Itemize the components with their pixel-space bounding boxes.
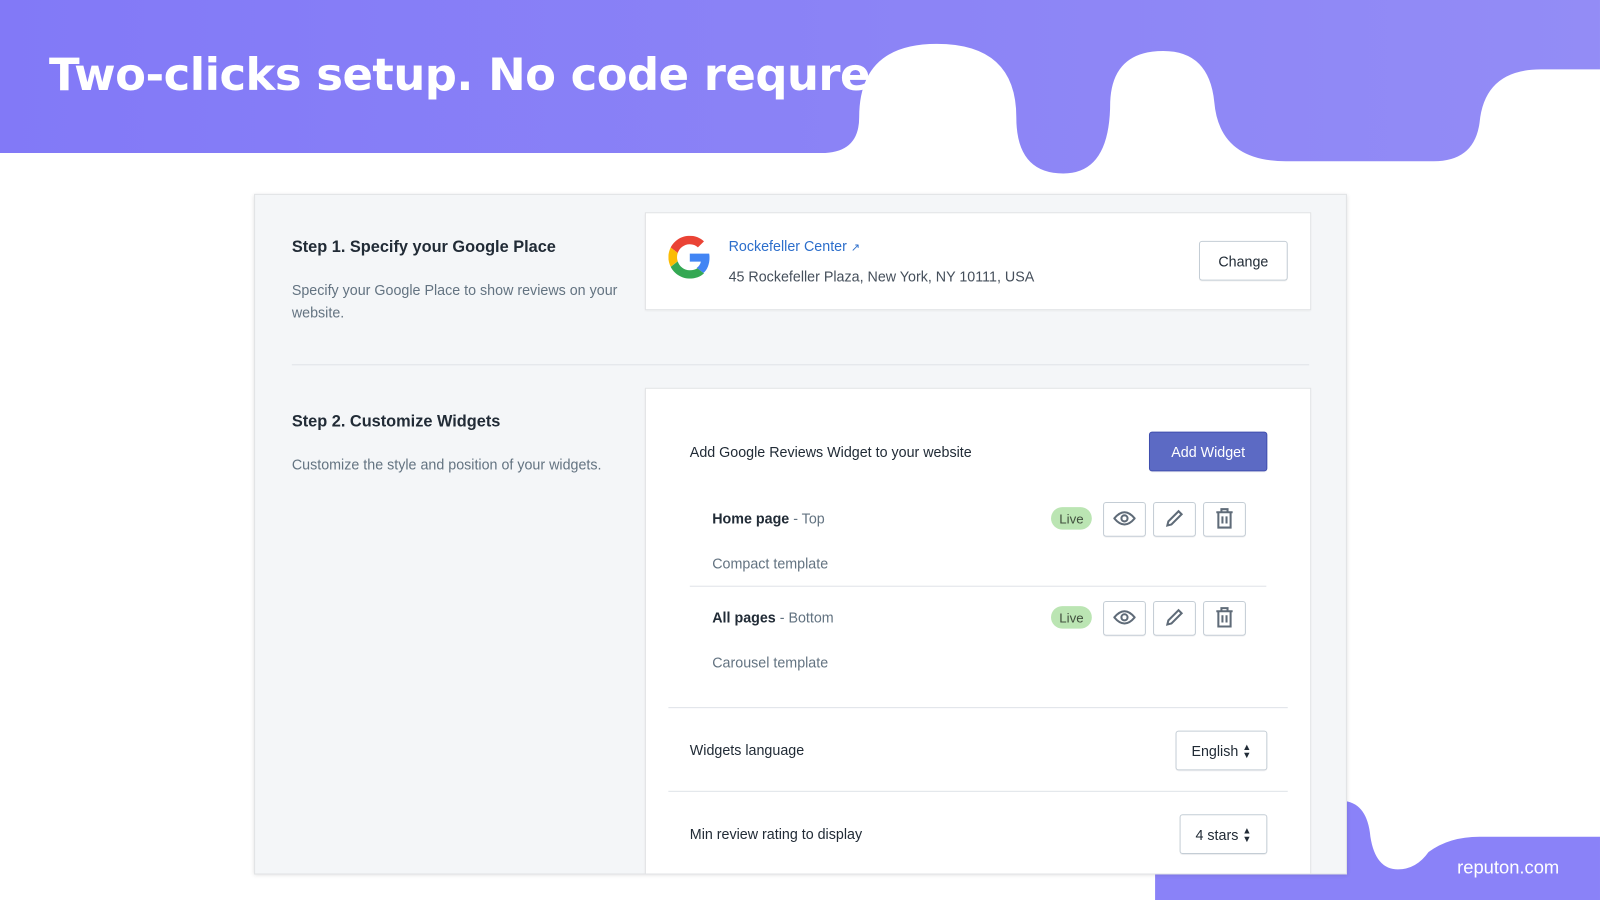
widget-title: Home page - Top	[712, 510, 825, 527]
select-arrows-icon: ▲ ▼	[1242, 824, 1252, 844]
delete-button[interactable]	[1203, 601, 1246, 636]
delete-button[interactable]	[1203, 502, 1246, 537]
brand-name: reputon.com	[1457, 857, 1560, 878]
settings-panel: Step 1. Specify your Google Place Specif…	[254, 193, 1347, 875]
pencil-icon	[1164, 508, 1184, 531]
language-label: Widgets language	[689, 741, 805, 759]
live-badge: Live	[1051, 606, 1092, 629]
widget-template: Carousel template	[712, 654, 829, 671]
select-arrows-icon: ▲ ▼	[1242, 741, 1252, 760]
place-card: Rockefeller Center ↗ 45 Rockefeller Plaz…	[644, 212, 1312, 311]
edit-button[interactable]	[1153, 601, 1196, 636]
rating-label: Min review rating to display	[689, 825, 863, 842]
add-widget-text: Add Google Reviews Widget to your websit…	[689, 443, 972, 461]
google-logo-icon	[668, 235, 710, 279]
divider	[668, 707, 1288, 709]
external-link-icon: ↗	[850, 241, 861, 255]
step2-title: Step 2. Customize Widgets	[291, 413, 501, 431]
add-widget-button[interactable]: Add Widget	[1148, 431, 1268, 472]
headline: Two-clicks setup. No code requred	[48, 48, 902, 102]
change-button[interactable]: Change	[1198, 240, 1288, 281]
edit-button[interactable]	[1153, 502, 1196, 537]
language-select[interactable]: English ▲ ▼	[1175, 730, 1268, 771]
step1-title: Step 1. Specify your Google Place	[291, 238, 556, 257]
step1-description: Specify your Google Place to show review…	[291, 281, 618, 321]
widget-title: All pages - Bottom	[712, 609, 834, 626]
preview-button[interactable]	[1103, 601, 1146, 636]
rating-select[interactable]: 4 stars ▲ ▼	[1179, 814, 1268, 855]
pencil-icon	[1164, 607, 1184, 630]
live-badge: Live	[1051, 507, 1092, 530]
step2-description: Customize the style and position of your…	[291, 456, 602, 473]
trash-icon	[1215, 507, 1233, 533]
trash-icon	[1215, 606, 1233, 632]
widgets-card: Add Google Reviews Widget to your websit…	[644, 387, 1312, 874]
place-name-link[interactable]: Rockefeller Center ↗	[729, 238, 861, 254]
widget-template: Compact template	[712, 555, 829, 572]
place-address: 45 Rockefeller Plaza, New York, NY 10111…	[728, 268, 1035, 285]
eye-icon	[1112, 609, 1137, 628]
divider	[668, 790, 1288, 792]
preview-button[interactable]	[1103, 502, 1146, 537]
eye-icon	[1112, 510, 1137, 529]
divider	[291, 364, 1310, 366]
divider	[689, 585, 1267, 587]
